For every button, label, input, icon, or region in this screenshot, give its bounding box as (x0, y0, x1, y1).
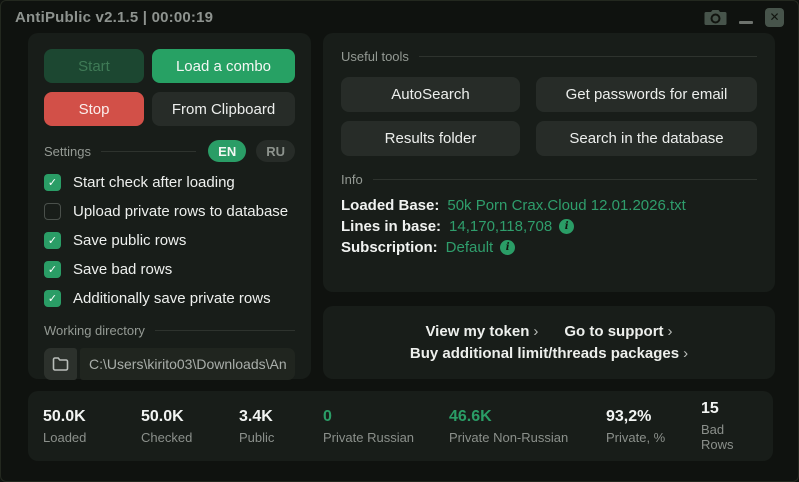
lines-in-base-value: 14,170,118,708 (449, 218, 552, 235)
stat-label: Private, % (606, 430, 701, 445)
from-clipboard-button[interactable]: From Clipboard (152, 92, 295, 126)
buy-packages-link[interactable]: Buy additional limit/threads packages› (410, 345, 688, 362)
language-en-toggle[interactable]: EN (208, 140, 246, 162)
loaded-base-value: 50k Porn Crax.Cloud 12.01.2026.txt (447, 197, 685, 214)
search-database-button[interactable]: Search in the database (536, 121, 757, 156)
stat-value: 50.0K (141, 408, 239, 426)
checkbox-start-check-after-loading[interactable]: ✓ Start check after loading (44, 174, 295, 191)
stop-button[interactable]: Stop (44, 92, 144, 126)
stat-checked: 50.0K Checked (141, 408, 239, 445)
chevron-right-icon: › (668, 323, 673, 340)
antipublic-window: { "window": { "title": "AntiPublic v2.1.… (0, 0, 799, 482)
subscription-row: Subscription: Default i (341, 239, 757, 256)
divider (373, 179, 757, 180)
folder-icon (52, 357, 69, 371)
links-row-1: View my token› Go to support› (323, 323, 775, 340)
browse-folder-button[interactable] (44, 348, 77, 380)
divider (419, 56, 757, 57)
working-directory-label: Working directory (44, 323, 145, 338)
stat-value: 93,2% (606, 408, 701, 426)
useful-tools-label: Useful tools (341, 49, 409, 64)
link-text: Go to support (564, 323, 663, 340)
start-button[interactable]: Start (44, 49, 144, 83)
checkbox-label: Additionally save private rows (73, 290, 271, 307)
subscription-info-icon[interactable]: i (500, 240, 515, 255)
working-directory-row (44, 348, 295, 380)
info-rows: Loaded Base: 50k Porn Crax.Cloud 12.01.2… (341, 197, 757, 256)
useful-tools-header: Useful tools (341, 49, 757, 64)
stat-label: Checked (141, 430, 239, 445)
load-combo-button[interactable]: Load a combo (152, 49, 295, 83)
settings-section-header: Settings EN RU (44, 140, 295, 162)
stat-public: 3.4K Public (239, 408, 323, 445)
stat-bad-rows: 15 Bad Rows (701, 400, 758, 452)
window-controls: ✕ (704, 8, 784, 27)
title-bar: AntiPublic v2.1.5 | 00:00:19 ✕ (1, 1, 798, 33)
lines-in-base-label: Lines in base: (341, 218, 441, 235)
lines-in-base-row: Lines in base: 14,170,118,708 i (341, 218, 757, 235)
chevron-right-icon: › (683, 345, 688, 362)
stat-loaded: 50.0K Loaded (43, 408, 141, 445)
stat-label: Private Russian (323, 430, 449, 445)
links-row-2: Buy additional limit/threads packages› (323, 345, 775, 362)
lines-info-icon[interactable]: i (559, 219, 574, 234)
go-to-support-link[interactable]: Go to support › (564, 323, 672, 340)
stats-bar: 50.0K Loaded 50.0K Checked 3.4K Public 0… (28, 391, 773, 461)
window-title: AntiPublic v2.1.5 | 00:00:19 (15, 9, 213, 26)
checkbox-save-bad-rows[interactable]: ✓ Save bad rows (44, 261, 295, 278)
checkbox-label: Save public rows (73, 232, 186, 249)
divider (101, 151, 196, 152)
working-directory-header: Working directory (44, 323, 295, 338)
loaded-base-label: Loaded Base: (341, 197, 439, 214)
link-text: Buy additional limit/threads packages (410, 345, 679, 362)
get-passwords-button[interactable]: Get passwords for email (536, 77, 757, 112)
checkbox-checked-icon: ✓ (44, 232, 61, 249)
checkbox-label: Upload private rows to database (73, 203, 288, 220)
useful-tools-buttons: AutoSearch Get passwords for email Resul… (341, 77, 757, 156)
subscription-value: Default (446, 239, 494, 256)
stat-label: Private Non-Russian (449, 430, 606, 445)
info-header: Info (341, 172, 757, 187)
stat-label: Loaded (43, 430, 141, 445)
screenshot-camera-icon[interactable] (704, 9, 727, 26)
settings-checkbox-list: ✓ Start check after loading Upload priva… (44, 174, 295, 307)
tools-info-panel: Useful tools AutoSearch Get passwords fo… (323, 33, 775, 292)
loaded-base-row: Loaded Base: 50k Porn Crax.Cloud 12.01.2… (341, 197, 757, 214)
links-panel: View my token› Go to support› Buy additi… (323, 306, 775, 379)
checkbox-label: Start check after loading (73, 174, 235, 191)
stat-value: 46.6K (449, 408, 606, 426)
language-ru-toggle[interactable]: RU (256, 140, 295, 162)
checkbox-save-public-rows[interactable]: ✓ Save public rows (44, 232, 295, 249)
chevron-right-icon: › (533, 323, 538, 340)
stat-private-percent: 93,2% Private, % (606, 408, 701, 445)
autosearch-button[interactable]: AutoSearch (341, 77, 520, 112)
checkbox-checked-icon: ✓ (44, 174, 61, 191)
info-label: Info (341, 172, 363, 187)
close-icon[interactable]: ✕ (765, 8, 784, 27)
stat-label: Bad Rows (701, 422, 758, 452)
working-directory-input[interactable] (80, 348, 295, 380)
stat-label: Public (239, 430, 323, 445)
subscription-label: Subscription: (341, 239, 438, 256)
checkbox-checked-icon: ✓ (44, 261, 61, 278)
link-text: View my token (425, 323, 529, 340)
minimize-icon[interactable] (739, 21, 753, 24)
checkbox-label: Save bad rows (73, 261, 172, 278)
checkbox-checked-icon: ✓ (44, 290, 61, 307)
checkbox-additionally-save-private-rows[interactable]: ✓ Additionally save private rows (44, 290, 295, 307)
results-folder-button[interactable]: Results folder (341, 121, 520, 156)
settings-label: Settings (44, 144, 91, 159)
stat-value: 3.4K (239, 408, 323, 426)
stat-private-non-russian: 46.6K Private Non-Russian (449, 408, 606, 445)
control-panel: Start Load a combo Stop From Clipboard S… (28, 33, 311, 379)
checkbox-unchecked-icon (44, 203, 61, 220)
checkbox-upload-private-rows[interactable]: Upload private rows to database (44, 203, 295, 220)
view-my-token-link[interactable]: View my token› (425, 323, 538, 340)
stat-private-russian: 0 Private Russian (323, 408, 449, 445)
divider (155, 330, 295, 331)
action-buttons: Start Load a combo Stop From Clipboard (44, 49, 295, 126)
stat-value: 50.0K (43, 408, 141, 426)
stat-value: 0 (323, 408, 449, 426)
stat-value: 15 (701, 400, 758, 418)
